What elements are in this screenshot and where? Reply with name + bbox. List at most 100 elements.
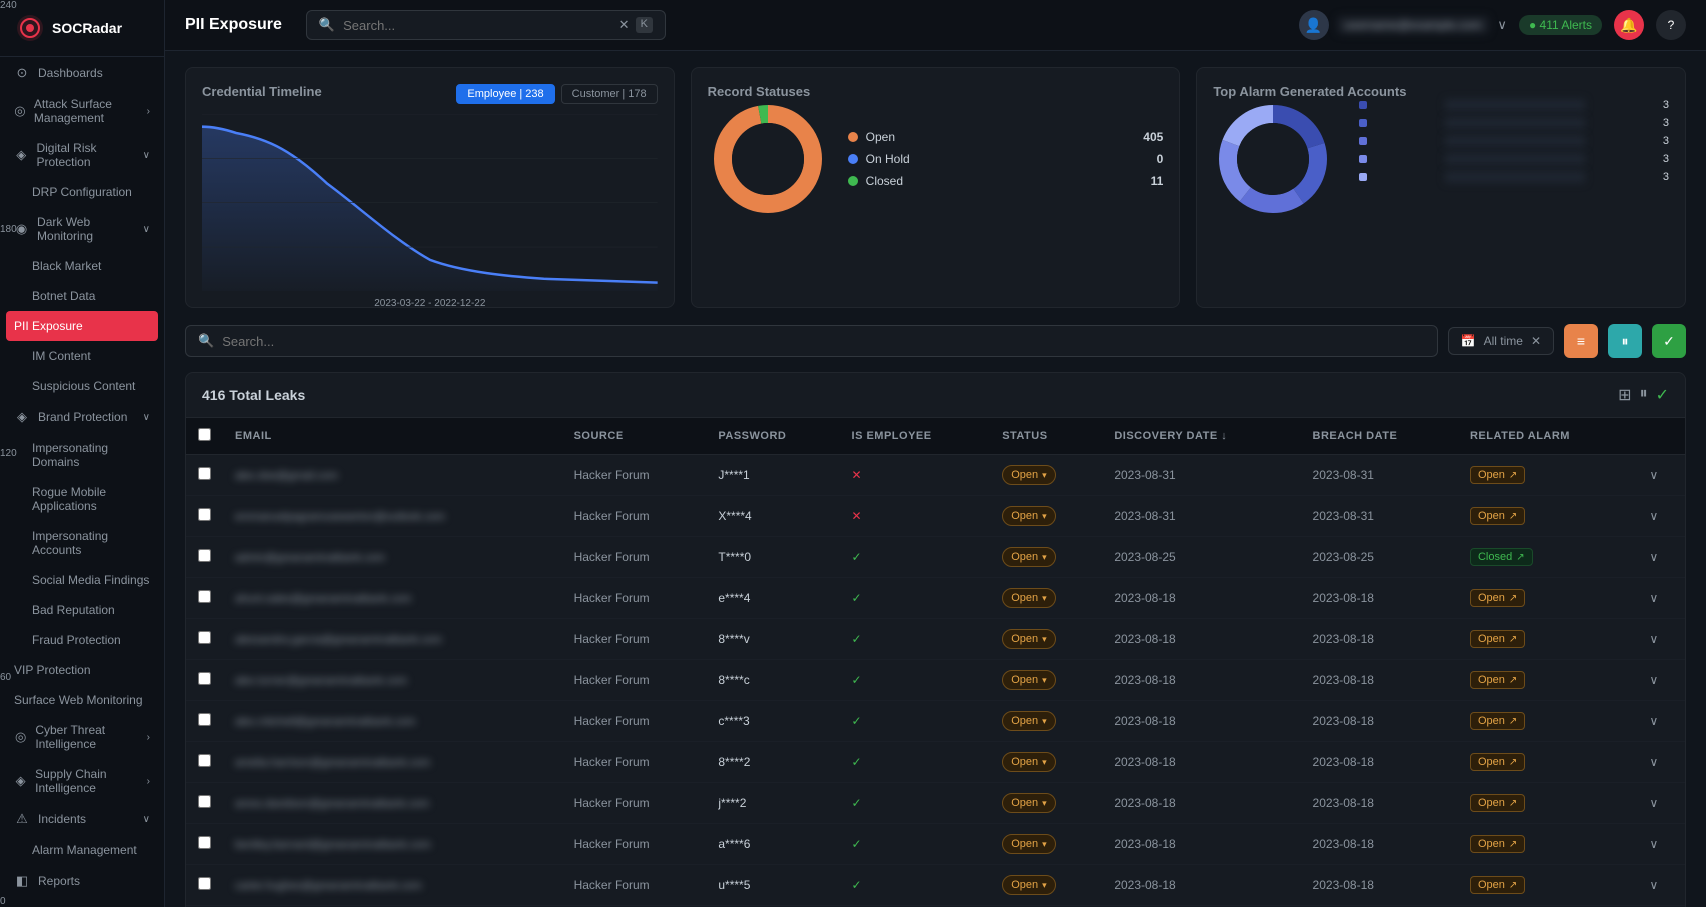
th-breach-date[interactable]: Breach Date [1301, 418, 1458, 455]
status-pill[interactable]: Open ▾ [1002, 670, 1055, 690]
external-link-icon[interactable]: ↗ [1509, 593, 1517, 604]
sidebar-item-vip-protection[interactable]: VIP Protection [0, 655, 164, 685]
dropdown-arrow[interactable]: ▾ [1042, 552, 1047, 563]
alarm-open-badge[interactable]: Open ↗ [1470, 671, 1525, 689]
alarm-open-badge[interactable]: Open ↗ [1470, 507, 1525, 525]
sidebar-item-drp-config[interactable]: DRP Configuration [0, 177, 164, 207]
row-checkbox[interactable] [198, 877, 211, 890]
sidebar-item-dashboards[interactable]: ⊙ Dashboards [0, 57, 164, 89]
expand-icon[interactable]: ∨ [1649, 878, 1658, 892]
external-link-icon[interactable]: ↗ [1509, 880, 1517, 891]
notification-avatar[interactable]: 🔔 [1614, 10, 1644, 40]
filter-btn-orange[interactable]: ≡ [1564, 324, 1598, 358]
alarm-open-badge[interactable]: Open ↗ [1470, 794, 1525, 812]
alarm-open-badge[interactable]: Open ↗ [1470, 835, 1525, 853]
expand-icon[interactable]: ∨ [1649, 509, 1658, 523]
expand-icon[interactable]: ∨ [1649, 796, 1658, 810]
sidebar-item-brand-protection[interactable]: ◈ Brand Protection ∨ [0, 401, 164, 433]
row-expand[interactable]: ∨ [1637, 455, 1685, 496]
expand-icon[interactable]: ∨ [1649, 673, 1658, 687]
alarm-closed-badge[interactable]: Closed ↗ [1470, 548, 1533, 566]
sidebar-item-black-market[interactable]: Black Market [0, 251, 164, 281]
expand-icon[interactable]: ∨ [1649, 550, 1658, 564]
external-link-icon[interactable]: ↗ [1509, 470, 1517, 481]
expand-icon[interactable]: ∨ [1649, 837, 1658, 851]
tab-employee[interactable]: Employee | 238 [456, 84, 554, 104]
sidebar-item-reports[interactable]: ◧ Reports [0, 865, 164, 897]
dropdown-arrow[interactable]: ▾ [1042, 757, 1047, 768]
row-expand[interactable]: ∨ [1637, 578, 1685, 619]
filter-time-select[interactable]: 📅 All time ✕ [1448, 327, 1554, 355]
row-checkbox[interactable] [198, 754, 211, 767]
sidebar-item-bad-reputation[interactable]: Bad Reputation [0, 595, 164, 625]
row-checkbox[interactable] [198, 713, 211, 726]
th-email[interactable]: Email [223, 418, 562, 455]
filter-search-box[interactable]: 🔍 [185, 325, 1438, 357]
external-link-icon[interactable]: ↗ [1509, 634, 1517, 645]
status-pill[interactable]: Open ▾ [1002, 547, 1055, 567]
external-link-icon[interactable]: ↗ [1509, 757, 1517, 768]
dropdown-arrow[interactable]: ▾ [1042, 593, 1047, 604]
filter-btn-green[interactable]: ✓ [1652, 324, 1686, 358]
dropdown-arrow[interactable]: ▾ [1042, 880, 1047, 891]
th-status[interactable]: Status [990, 418, 1102, 455]
row-expand[interactable]: ∨ [1637, 537, 1685, 578]
row-expand[interactable]: ∨ [1637, 660, 1685, 701]
row-checkbox[interactable] [198, 590, 211, 603]
close-icon[interactable]: ✕ [619, 17, 630, 33]
chevron-down-icon5[interactable]: ∨ [1497, 17, 1507, 33]
sidebar-item-rogue-mobile[interactable]: Rogue Mobile Applications [0, 477, 164, 521]
sidebar-item-dark-web[interactable]: ◉ Dark Web Monitoring ∨ [0, 207, 164, 251]
sidebar-item-digital-risk[interactable]: ◈ Digital Risk Protection ∨ [0, 133, 164, 177]
th-password[interactable]: Password [706, 418, 839, 455]
alarm-open-badge[interactable]: Open ↗ [1470, 589, 1525, 607]
filter-icon[interactable]: ⊞ [1618, 385, 1631, 405]
row-expand[interactable]: ∨ [1637, 496, 1685, 537]
row-expand[interactable]: ∨ [1637, 619, 1685, 660]
sidebar-item-attack-surface[interactable]: ◎ Attack Surface Management › [0, 89, 164, 133]
external-link-icon[interactable]: ↗ [1509, 798, 1517, 809]
th-related-alarm[interactable]: Related Alarm [1458, 418, 1638, 455]
status-pill[interactable]: Open ▾ [1002, 588, 1055, 608]
tab-customer[interactable]: Customer | 178 [561, 84, 658, 104]
status-pill[interactable]: Open ▾ [1002, 465, 1055, 485]
status-pill[interactable]: Open ▾ [1002, 629, 1055, 649]
sidebar-item-botnet-data[interactable]: Botnet Data [0, 281, 164, 311]
pause-icon[interactable]: ⏸ [1640, 385, 1648, 405]
external-link-icon[interactable]: ↗ [1509, 675, 1517, 686]
status-pill[interactable]: Open ▾ [1002, 711, 1055, 731]
status-pill[interactable]: Open ▾ [1002, 875, 1055, 895]
alarm-open-badge[interactable]: Open ↗ [1470, 712, 1525, 730]
status-pill[interactable]: Open ▾ [1002, 793, 1055, 813]
th-discovery-date[interactable]: Discovery Date ↓ [1102, 418, 1300, 455]
alarm-open-badge[interactable]: Open ↗ [1470, 630, 1525, 648]
sidebar-item-social-media[interactable]: Social Media Findings [0, 565, 164, 595]
row-expand[interactable]: ∨ [1637, 824, 1685, 865]
filter-btn-teal[interactable]: ⏸ [1608, 324, 1642, 358]
status-pill[interactable]: Open ▾ [1002, 506, 1055, 526]
sidebar-item-supply-chain[interactable]: ◈ Supply Chain Intelligence › [0, 759, 164, 803]
row-checkbox[interactable] [198, 836, 211, 849]
topbar-search-input[interactable] [343, 18, 611, 33]
row-expand[interactable]: ∨ [1637, 742, 1685, 783]
status-pill[interactable]: Open ▾ [1002, 752, 1055, 772]
expand-icon[interactable]: ∨ [1649, 714, 1658, 728]
sidebar-item-impersonating-domains[interactable]: Impersonating Domains [0, 433, 164, 477]
filter-search-input[interactable] [222, 334, 1424, 349]
alarm-open-badge[interactable]: Open ↗ [1470, 753, 1525, 771]
row-expand[interactable]: ∨ [1637, 865, 1685, 906]
check-all-icon[interactable]: ✓ [1656, 385, 1669, 405]
expand-icon[interactable]: ∨ [1649, 468, 1658, 482]
alert-status-badge[interactable]: ● 411 Alerts [1519, 15, 1602, 35]
sidebar-item-impersonating-accounts[interactable]: Impersonating Accounts [0, 521, 164, 565]
sidebar-item-suspicious-content[interactable]: Suspicious Content [0, 371, 164, 401]
sidebar-item-fraud-protection[interactable]: Fraud Protection [0, 625, 164, 655]
external-link-icon[interactable]: ↗ [1516, 552, 1524, 563]
alarm-open-badge[interactable]: Open ↗ [1470, 466, 1525, 484]
dropdown-arrow[interactable]: ▾ [1042, 839, 1047, 850]
select-all-checkbox[interactable] [198, 428, 211, 441]
external-link-icon[interactable]: ↗ [1509, 839, 1517, 850]
dropdown-arrow[interactable]: ▾ [1042, 675, 1047, 686]
sidebar-item-settings[interactable]: ⚙ Settings › [0, 897, 164, 907]
th-source[interactable]: Source [562, 418, 707, 455]
